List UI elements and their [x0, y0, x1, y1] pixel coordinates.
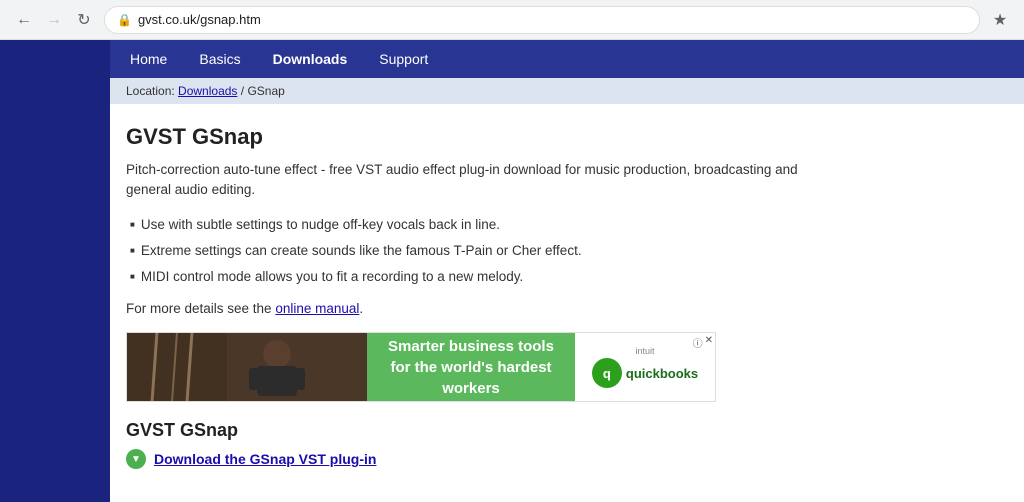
- left-sidebar: [0, 40, 110, 502]
- online-manual-link[interactable]: online manual: [275, 301, 359, 316]
- main-area: Home Basics Downloads Support Location: …: [110, 40, 1024, 502]
- back-button[interactable]: ←: [12, 8, 36, 32]
- list-item: MIDI control mode allows you to fit a re…: [130, 267, 994, 287]
- page-layout: Home Basics Downloads Support Location: …: [0, 40, 1024, 502]
- content-area: GVST GSnap Pitch-correction auto-tune ef…: [110, 104, 1024, 502]
- nav-bar: Home Basics Downloads Support: [110, 40, 1024, 78]
- nav-buttons: ← → ↻: [12, 8, 96, 32]
- list-item: Use with subtle settings to nudge off-ke…: [130, 215, 994, 235]
- ad-quickbooks: ⓘ✕ intuit q quickbooks: [575, 333, 715, 401]
- reload-button[interactable]: ↻: [72, 8, 96, 32]
- nav-basics[interactable]: Basics: [195, 45, 244, 73]
- bookmark-button[interactable]: ★: [988, 8, 1012, 32]
- manual-line: For more details see the online manual.: [126, 301, 994, 316]
- nav-support[interactable]: Support: [375, 45, 432, 73]
- download-link-row: Download the GSnap VST plug-in: [126, 449, 994, 469]
- qb-circle-icon: q: [592, 358, 622, 388]
- list-item: Extreme settings can create sounds like …: [130, 241, 994, 261]
- download-gsnap-link[interactable]: Download the GSnap VST plug-in: [154, 451, 376, 467]
- ad-green-section: Smarter business tools for the world's h…: [367, 333, 575, 401]
- manual-period: .: [359, 301, 363, 316]
- feature-list: Use with subtle settings to nudge off-ke…: [126, 215, 994, 288]
- breadcrumb-downloads-link[interactable]: Downloads: [178, 84, 237, 98]
- page-description: Pitch-correction auto-tune effect - free…: [126, 160, 846, 201]
- nav-home[interactable]: Home: [126, 45, 171, 73]
- forward-button[interactable]: →: [42, 8, 66, 32]
- breadcrumb-prefix: Location:: [126, 84, 178, 98]
- browser-chrome: ← → ↻ 🔒 gvst.co.uk/gsnap.htm ★: [0, 0, 1024, 40]
- ad-photo: [127, 333, 367, 401]
- ad-banner: Smarter business tools for the world's h…: [126, 332, 716, 402]
- ad-green-text: Smarter business tools for the world's h…: [379, 336, 563, 399]
- intuit-label: intuit: [635, 346, 654, 356]
- manual-prefix: For more details see the: [126, 301, 275, 316]
- breadcrumb-bar: Location: Downloads / GSnap: [110, 78, 1024, 104]
- download-section-title: GVST GSnap: [126, 420, 994, 441]
- lock-icon: 🔒: [117, 13, 132, 27]
- address-bar[interactable]: 🔒 gvst.co.uk/gsnap.htm: [104, 6, 980, 34]
- page-title: GVST GSnap: [126, 124, 994, 150]
- download-icon: [126, 449, 146, 469]
- url-text: gvst.co.uk/gsnap.htm: [138, 12, 261, 27]
- breadcrumb-current: GSnap: [247, 84, 284, 98]
- nav-downloads[interactable]: Downloads: [269, 45, 352, 73]
- qb-logo: q quickbooks: [592, 358, 698, 388]
- ad-info-close[interactable]: ⓘ✕: [693, 335, 713, 350]
- qb-brand-text: quickbooks: [626, 366, 698, 381]
